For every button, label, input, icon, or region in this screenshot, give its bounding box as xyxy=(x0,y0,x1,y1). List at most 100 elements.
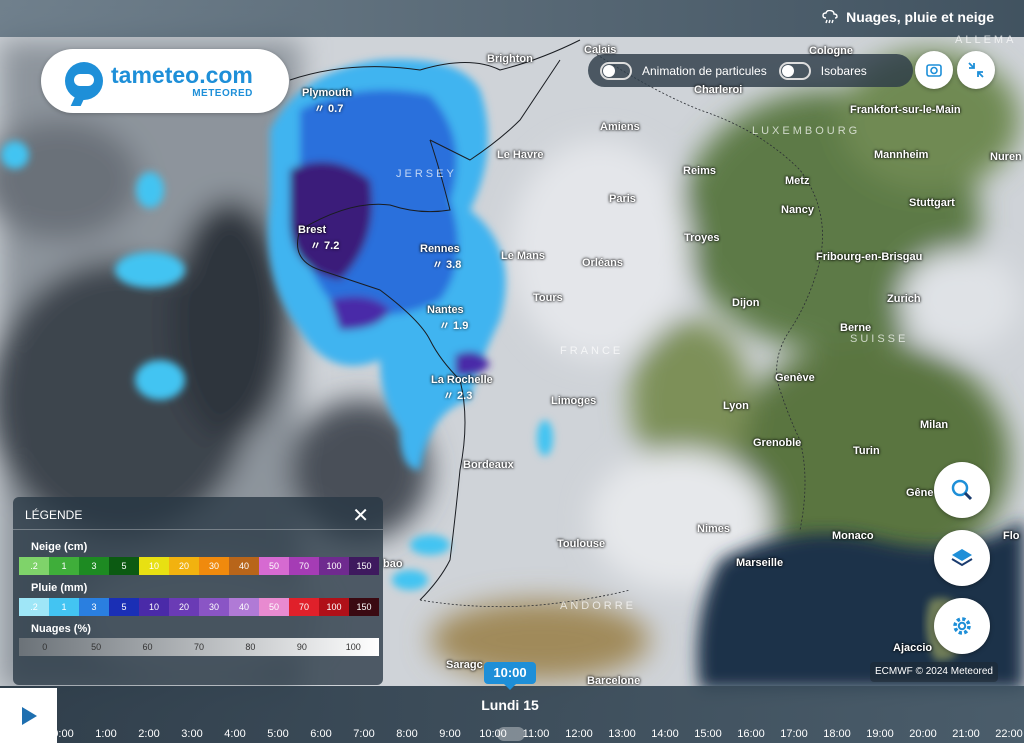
city-label[interactable]: Flo xyxy=(1003,530,1020,542)
hour-tick[interactable]: 2:00 xyxy=(138,728,159,740)
hour-tick[interactable]: 8:00 xyxy=(396,728,417,740)
city-label[interactable]: Toulouse xyxy=(557,538,605,550)
city-label[interactable]: Reims xyxy=(683,165,716,177)
hour-tick[interactable]: 19:00 xyxy=(866,728,894,740)
legend-tick: 10 xyxy=(139,557,169,575)
hour-tick[interactable]: 10:00 xyxy=(479,728,507,740)
city-label[interactable]: Brest xyxy=(298,224,326,236)
city-label[interactable]: Lyon xyxy=(723,400,749,412)
legend-tick: 90 xyxy=(296,642,307,652)
hour-tick[interactable]: 7:00 xyxy=(353,728,374,740)
layer-title[interactable]: Nuages, pluie et neige xyxy=(822,9,994,25)
hour-tick[interactable]: 22:00 xyxy=(995,728,1023,740)
city-label[interactable]: La Rochelle xyxy=(431,374,493,386)
city-label[interactable]: Genève xyxy=(775,372,815,384)
city-label[interactable]: Le Mans xyxy=(501,250,545,262)
hour-tick[interactable]: 14:00 xyxy=(651,728,679,740)
city-label[interactable]: Turin xyxy=(853,445,880,457)
current-time[interactable]: 10:00 xyxy=(484,662,536,690)
collapse-button[interactable] xyxy=(957,51,995,89)
city-label[interactable]: Nantes xyxy=(427,304,464,316)
particles-label: Animation de particules xyxy=(642,63,767,78)
city-label[interactable]: Stuttgart xyxy=(909,197,955,209)
precipitation-value: 〃 3.8 xyxy=(432,259,462,271)
layers-button[interactable] xyxy=(934,530,990,586)
particles-toggle[interactable] xyxy=(600,61,632,80)
hour-tick[interactable]: 17:00 xyxy=(780,728,808,740)
camera-icon xyxy=(926,64,942,77)
hour-tick[interactable]: 20:00 xyxy=(909,728,937,740)
city-label[interactable]: Frankfort-sur-le-Main xyxy=(850,104,961,116)
logo-name: tameteo.com xyxy=(111,61,253,88)
legend-tick: 3 xyxy=(79,598,109,616)
hour-tick[interactable]: 1:00 xyxy=(95,728,116,740)
search-icon xyxy=(951,479,973,501)
city-label[interactable]: Fribourg-en-Brisgau xyxy=(816,251,922,263)
city-label[interactable]: Calais xyxy=(584,44,616,56)
city-label[interactable]: Grenoble xyxy=(753,437,801,449)
hour-tick[interactable]: 12:00 xyxy=(565,728,593,740)
city-label[interactable]: bao xyxy=(383,558,403,570)
legend-tick: 70 xyxy=(193,642,204,652)
hour-tick[interactable]: 6:00 xyxy=(310,728,331,740)
hour-tick[interactable]: 5:00 xyxy=(267,728,288,740)
city-label[interactable]: Cologne xyxy=(809,45,853,57)
isobars-toggle[interactable] xyxy=(778,61,811,80)
city-label[interactable]: Orléans xyxy=(582,257,623,269)
city-label[interactable]: Brighton xyxy=(487,53,533,65)
legend-tick: 60 xyxy=(142,642,153,652)
hour-tick[interactable]: 16:00 xyxy=(737,728,765,740)
city-label[interactable]: Bordeaux xyxy=(463,459,514,471)
city-label[interactable]: Milan xyxy=(920,419,948,431)
city-label[interactable]: Charleroi xyxy=(694,84,742,96)
city-label[interactable]: Nimes xyxy=(697,523,730,535)
legend-tick: 30 xyxy=(199,557,229,575)
hour-tick[interactable]: 21:00 xyxy=(952,728,980,740)
city-label[interactable]: Saragc xyxy=(446,659,483,671)
city-label[interactable]: Troyes xyxy=(684,232,719,244)
city-label[interactable]: Paris xyxy=(609,193,636,205)
country-label: ANDORRE xyxy=(560,600,637,612)
tameteo-logo[interactable]: tameteo.com METEORED xyxy=(41,49,289,113)
settings-button[interactable] xyxy=(934,598,990,654)
city-label[interactable]: Gêne xyxy=(906,487,934,499)
hour-tick[interactable]: 0:00 xyxy=(52,728,73,740)
hour-tick[interactable]: 13:00 xyxy=(608,728,636,740)
city-label[interactable]: Metz xyxy=(785,175,809,187)
legend-tick: 20 xyxy=(169,598,199,616)
close-icon[interactable]: ✕ xyxy=(352,503,369,528)
city-label[interactable]: Nancy xyxy=(781,204,814,216)
city-label[interactable]: Mannheim xyxy=(874,149,928,161)
legend-tick: 0 xyxy=(42,642,48,652)
hour-tick[interactable]: 18:00 xyxy=(823,728,851,740)
city-label[interactable]: Le Havre xyxy=(497,149,543,161)
city-label[interactable]: Dijon xyxy=(732,297,760,309)
hour-tick[interactable]: 3:00 xyxy=(181,728,202,740)
hour-tick[interactable]: 11:00 xyxy=(523,728,550,740)
city-label[interactable]: Tours xyxy=(533,292,563,304)
rain-label: Pluie (mm) xyxy=(31,582,88,594)
city-label[interactable]: Amiens xyxy=(600,121,640,133)
snow-scale: .2 1 3 5 10 20 30 40 50 70 100 150 xyxy=(19,557,379,575)
city-label[interactable]: Ajaccio xyxy=(893,642,932,654)
city-label[interactable]: Nuren xyxy=(990,151,1022,163)
legend-tick: 5 xyxy=(109,598,139,616)
play-button[interactable] xyxy=(0,688,57,743)
day-label: Lundi 15 xyxy=(481,697,539,713)
city-label[interactable]: Limoges xyxy=(551,395,596,407)
city-label[interactable]: Rennes xyxy=(420,243,460,255)
search-button[interactable] xyxy=(934,462,990,518)
city-label[interactable]: Monaco xyxy=(832,530,874,542)
city-label[interactable]: Marseille xyxy=(736,557,783,569)
screenshot-button[interactable] xyxy=(915,51,953,89)
legend-tick: 30 xyxy=(199,598,229,616)
hour-tick[interactable]: 4:00 xyxy=(224,728,245,740)
isobars-label: Isobares xyxy=(820,63,867,78)
legend-tick: .2 xyxy=(19,598,49,616)
city-label[interactable]: Plymouth xyxy=(302,87,352,99)
map-credit: ECMWF © 2024 Meteored xyxy=(870,662,998,682)
city-label[interactable]: Zurich xyxy=(887,293,921,305)
hour-tick[interactable]: 15:00 xyxy=(694,728,722,740)
hour-tick[interactable]: 9:00 xyxy=(439,728,460,740)
country-label: LUXEMBOURG xyxy=(752,125,861,137)
